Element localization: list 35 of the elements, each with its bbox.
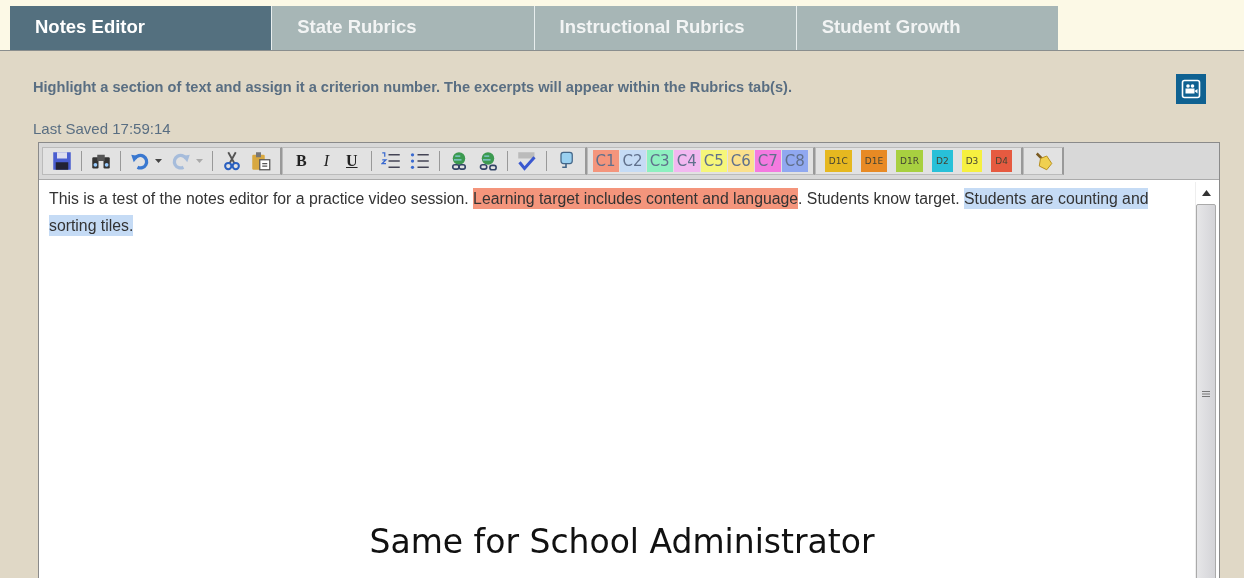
underline-button[interactable]: U xyxy=(342,152,362,170)
caret-icon[interactable] xyxy=(155,159,162,163)
bold-button[interactable]: B xyxy=(292,152,311,170)
criterion-button[interactable]: C5 xyxy=(700,150,727,172)
italic-button[interactable]: I xyxy=(319,152,333,170)
last-saved-text: Last Saved 17:59:14 xyxy=(33,120,172,137)
criterion-button[interactable]: C8 xyxy=(781,150,808,172)
undo-icon[interactable] xyxy=(130,151,150,171)
domain-button[interactable]: D1C xyxy=(824,150,852,172)
criterion-button[interactable]: C6 xyxy=(727,150,754,172)
broom-icon[interactable] xyxy=(1033,151,1053,171)
scissors-icon[interactable] xyxy=(222,151,242,171)
criterion-button[interactable]: C2 xyxy=(619,150,646,172)
criterion-button[interactable]: C1 xyxy=(592,150,619,172)
bullet-list-icon[interactable] xyxy=(409,151,430,171)
video-button[interactable] xyxy=(1176,74,1206,104)
domain-button[interactable]: D1R xyxy=(896,150,924,172)
domain-button[interactable]: D1E xyxy=(860,150,888,172)
scrollbar[interactable] xyxy=(1195,182,1216,578)
criterion-button[interactable]: C7 xyxy=(754,150,781,172)
tab[interactable]: Notes Editor xyxy=(10,6,273,50)
paste-icon[interactable] xyxy=(251,151,271,171)
slide-caption: Same for School Administrator xyxy=(368,522,876,561)
globe-unlink-icon[interactable] xyxy=(477,151,498,171)
domain-button[interactable]: D4 xyxy=(991,150,1012,172)
instructions-text: Highlight a section of text and assign it a criterion number. The excerpts will appear within the Rubrics tab(s). xyxy=(33,79,792,95)
criterion-button[interactable]: C3 xyxy=(646,150,673,172)
domain-button[interactable]: D3 xyxy=(961,150,983,172)
save-icon[interactable] xyxy=(52,151,72,171)
numbered-list-icon[interactable] xyxy=(380,151,401,171)
scroll-up-icon[interactable] xyxy=(1201,190,1211,196)
criterion-button[interactable]: C4 xyxy=(673,150,700,172)
spellcheck-icon[interactable] xyxy=(516,151,537,171)
grip-icon[interactable] xyxy=(1202,389,1210,398)
domain-button[interactable]: D2 xyxy=(932,150,953,172)
